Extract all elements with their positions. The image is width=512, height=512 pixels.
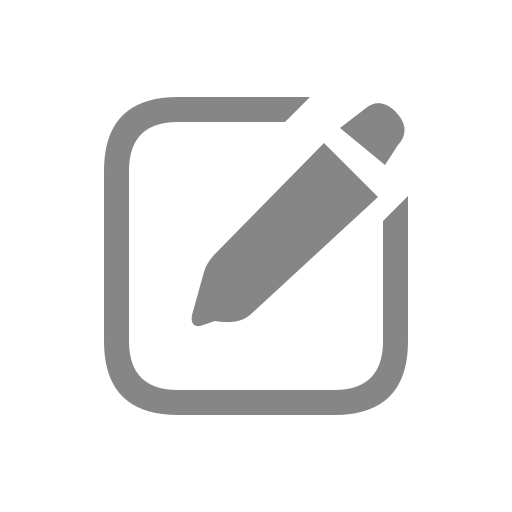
edit-icon <box>104 97 408 415</box>
compose-edit-icon[interactable] <box>0 0 512 512</box>
pencil-body-shape <box>191 143 378 327</box>
pencil-eraser-shape <box>340 103 405 165</box>
